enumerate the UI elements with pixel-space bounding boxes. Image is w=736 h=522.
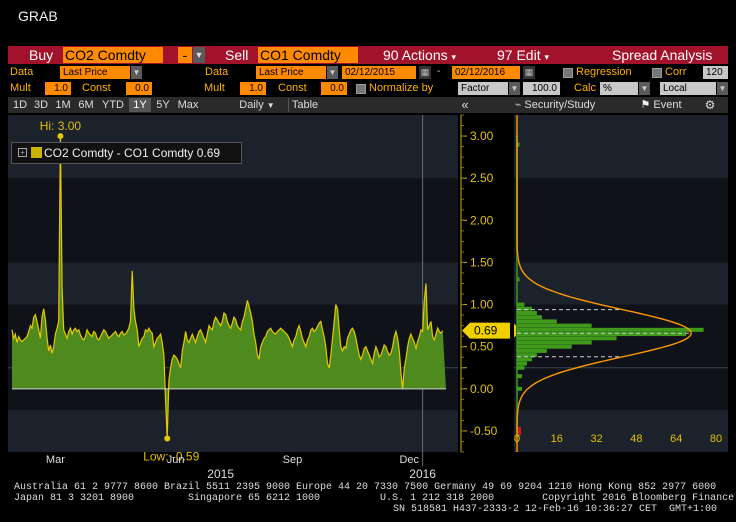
histogram-bar (517, 323, 592, 328)
y-tick-label: 3.00 (470, 129, 494, 143)
y-tick-label: 2.50 (470, 171, 494, 185)
histogram-bar (517, 336, 617, 341)
histogram-x-tick-label: 80 (710, 433, 722, 445)
histogram-bar (517, 306, 532, 311)
histogram-bar (517, 374, 522, 379)
y-tick-label: -0.50 (470, 424, 498, 438)
y-tick-label: 0.00 (470, 382, 494, 396)
legend-series-label: CO2 Comdty - CO1 Comdty 0.69 (44, 146, 221, 160)
hist-grid-band (514, 409, 728, 452)
histogram-x-tick-label: 16 (551, 433, 563, 445)
histogram-bar (517, 302, 525, 307)
last-value-label: 0.69 (474, 324, 498, 338)
legend-series-swatch (31, 147, 42, 158)
y-tick-label: 0.50 (470, 340, 494, 354)
y-tick-label: 1.50 (470, 255, 494, 269)
histogram-x-tick-label: 64 (670, 433, 682, 445)
price-grid-band (8, 262, 458, 305)
histogram-bar (517, 319, 557, 324)
low-point-marker (164, 435, 171, 442)
x-month-label: Dec (399, 454, 419, 466)
histogram-bar (517, 357, 532, 362)
price-grid-band (8, 409, 458, 452)
histogram-bar (517, 344, 572, 349)
hist-grid-band (514, 115, 728, 179)
x-year-label: 2016 (409, 467, 436, 481)
histogram-bar (517, 386, 522, 391)
histogram-x-tick-label: 48 (630, 433, 642, 445)
footer-session-line: SN 518581 H437-2333-2 12-Feb-16 10:36:27… (393, 504, 718, 515)
footer-contacts-line2: Japan 81 3 3201 8900 Singapore 65 6212 1… (14, 493, 736, 504)
histogram-bar (517, 348, 547, 353)
histogram-x-tick-label: 32 (590, 433, 602, 445)
x-month-label: Mar (46, 454, 65, 466)
x-month-label: Sep (283, 454, 303, 466)
histogram-bar (517, 310, 537, 315)
histogram-bar (517, 315, 542, 320)
histogram-x-tick-label: 0 (514, 433, 520, 445)
y-tick-label: 2.00 (470, 213, 494, 227)
histogram-bar (517, 361, 527, 366)
x-year-label: 2015 (207, 467, 234, 481)
histogram-bar (517, 327, 704, 332)
high-annotation-label: Hi: 3.00 (40, 119, 82, 133)
legend-expand-icon[interactable]: + (18, 148, 27, 157)
histogram-bar (517, 332, 687, 337)
histogram-bar (517, 365, 525, 370)
spread-chart: Hi: 3.00Low: -0.59-0.500.000.501.001.502… (8, 114, 728, 481)
x-month-label: Jun (167, 454, 185, 466)
footer-contacts-line1: Australia 61 2 9777 8600 Brazil 5511 239… (14, 482, 717, 493)
hist-grid-band (514, 262, 728, 305)
histogram-bar (517, 277, 520, 282)
high-point-marker (57, 133, 64, 140)
y-tick-label: 1.00 (470, 298, 494, 312)
histogram-bar (517, 340, 592, 345)
